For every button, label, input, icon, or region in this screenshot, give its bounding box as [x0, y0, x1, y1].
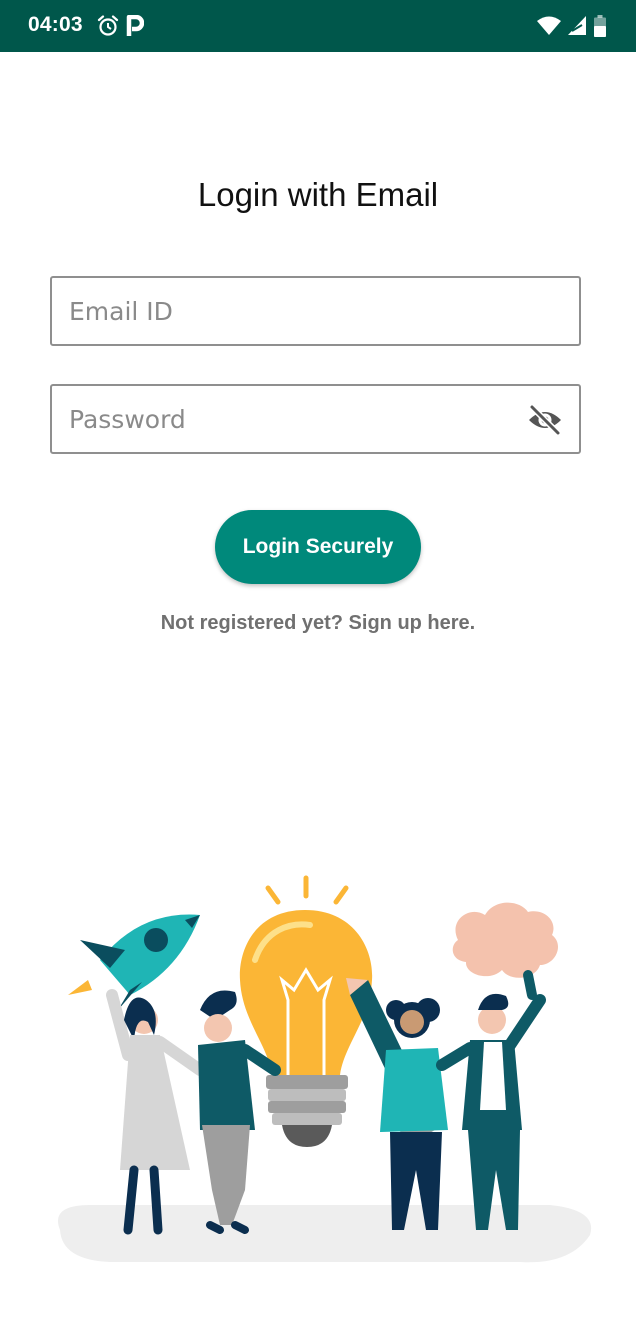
email-input[interactable] [52, 278, 579, 344]
email-field[interactable] [50, 276, 581, 346]
password-input[interactable] [52, 386, 579, 452]
battery-icon [594, 15, 606, 37]
signup-link[interactable]: Not registered yet? Sign up here. [0, 612, 636, 635]
status-time: 04:03 [28, 13, 83, 36]
signal-icon [568, 16, 586, 35]
parking-app-icon [126, 15, 144, 36]
password-field[interactable] [50, 384, 581, 454]
eye-off-icon[interactable] [527, 404, 563, 436]
team-ideas-illustration [58, 875, 592, 1263]
page-title: Login with Email [197, 176, 439, 213]
login-button[interactable]: Login Securely [215, 510, 421, 584]
status-bar: 04:03 [0, 0, 636, 52]
alarm-icon [97, 15, 119, 36]
wifi-icon [537, 16, 561, 35]
